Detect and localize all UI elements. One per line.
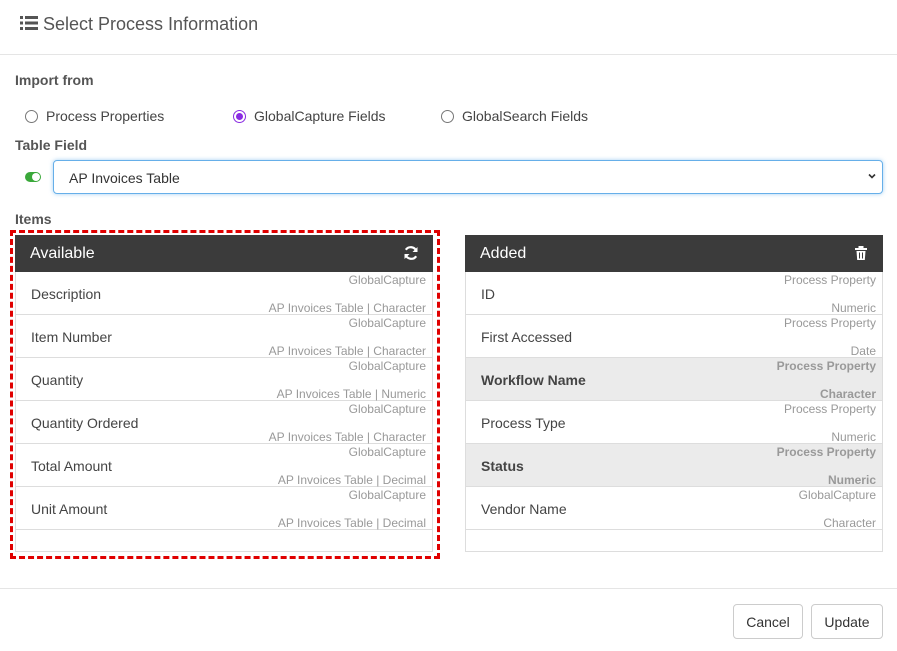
table-field-toggle[interactable]	[25, 172, 41, 182]
table-field-label: Table Field	[15, 137, 88, 153]
radio-circle[interactable]	[441, 109, 454, 123]
item-source: GlobalCapture	[348, 402, 426, 416]
item-detail: AP Invoices Table | Decimal	[277, 516, 426, 530]
item-source: Process Property	[783, 273, 876, 287]
item-detail: AP Invoices Table | Character	[268, 301, 426, 315]
item-source: GlobalCapture	[348, 316, 426, 330]
item-detail: AP Invoices Table | Character	[268, 344, 426, 358]
item-source: Process Property	[783, 402, 876, 416]
items-label: Items	[15, 211, 52, 227]
available-list: GlobalCapture Description AP Invoices Ta…	[15, 272, 433, 552]
item-detail: Character	[823, 516, 876, 530]
list-item[interactable]: GlobalCapture Unit Amount AP Invoices Ta…	[16, 487, 432, 530]
added-panel: Added Process Property ID Numeric Proces…	[465, 235, 883, 552]
item-source: GlobalCapture	[348, 359, 426, 373]
item-source: GlobalCapture	[348, 445, 426, 459]
refresh-icon[interactable]	[403, 245, 419, 261]
item-source: Process Property	[776, 359, 876, 373]
item-detail: Date	[850, 344, 876, 358]
radio-circle-selected[interactable]	[233, 109, 246, 123]
list-item[interactable]: GlobalCapture Quantity AP Invoices Table…	[16, 358, 432, 401]
item-detail: AP Invoices Table | Decimal	[277, 473, 426, 487]
available-title: Available	[30, 245, 95, 262]
item-name: Quantity Ordered	[31, 415, 139, 431]
list-item[interactable]: Process Property Status Numeric	[466, 444, 882, 487]
item-name: Process Type	[481, 415, 566, 431]
item-source: Process Property	[776, 445, 876, 459]
radio-process-properties[interactable]: Process Properties	[25, 108, 164, 124]
item-source: GlobalCapture	[798, 488, 876, 502]
added-panel-header: Added	[465, 235, 883, 272]
dialog-header: Select Process Information	[0, 0, 897, 55]
list-icon	[20, 16, 38, 30]
item-detail: Numeric	[827, 473, 876, 487]
item-name: ID	[481, 286, 495, 302]
list-item[interactable]: GlobalCapture Total Amount AP Invoices T…	[16, 444, 432, 487]
available-panel-header: Available	[15, 235, 433, 272]
radio-circle[interactable]	[25, 109, 38, 123]
item-detail: Numeric	[831, 430, 876, 444]
table-field-value: AP Invoices Table	[69, 170, 180, 186]
item-name: Item Number	[31, 329, 112, 345]
item-name: Workflow Name	[481, 372, 586, 388]
update-button[interactable]: Update	[811, 604, 883, 639]
item-source: GlobalCapture	[348, 488, 426, 502]
item-name: Total Amount	[31, 458, 112, 474]
list-item[interactable]: GlobalCapture Vendor Name Character	[466, 487, 882, 530]
list-item[interactable]: GlobalCapture Item Number AP Invoices Ta…	[16, 315, 432, 358]
item-name: Unit Amount	[31, 501, 108, 517]
list-item[interactable]: Process Property ID Numeric	[466, 272, 882, 315]
dialog-title: Select Process Information	[43, 14, 259, 34]
table-field-select[interactable]: AP Invoices Table	[53, 160, 883, 194]
radio-label: GlobalCapture Fields	[254, 108, 386, 124]
item-name: Quantity	[31, 372, 84, 388]
import-from-label: Import from	[15, 72, 94, 88]
list-item[interactable]: GlobalCapture Quantity Ordered AP Invoic…	[16, 401, 432, 444]
item-source: GlobalCapture	[348, 273, 426, 287]
list-item[interactable]: Process Property Workflow Name Character	[466, 358, 882, 401]
cancel-button[interactable]: Cancel	[733, 604, 803, 639]
chevron-down-icon	[868, 173, 876, 179]
item-name: Description	[31, 286, 102, 302]
list-item[interactable]: Process Property First Accessed Date	[466, 315, 882, 358]
item-name: Vendor Name	[481, 501, 567, 517]
radio-label: GlobalSearch Fields	[462, 108, 589, 124]
item-source: Process Property	[783, 316, 876, 330]
dialog-footer	[0, 588, 897, 589]
item-detail: AP Invoices Table | Character	[268, 430, 426, 444]
added-list: Process Property ID Numeric Process Prop…	[465, 272, 883, 552]
item-name: First Accessed	[481, 329, 573, 345]
item-detail: Character	[819, 387, 876, 401]
radio-label: Process Properties	[46, 108, 165, 124]
list-item[interactable]: Process Property Process Type Numeric	[466, 401, 882, 444]
radio-globalcapture-fields[interactable]: GlobalCapture Fields	[233, 108, 386, 124]
trash-icon[interactable]	[853, 245, 869, 261]
item-detail: Numeric	[831, 301, 876, 315]
item-name: Status	[481, 458, 524, 474]
added-title: Added	[480, 245, 527, 262]
item-detail: AP Invoices Table | Numeric	[276, 387, 426, 401]
list-item[interactable]: GlobalCapture Description AP Invoices Ta…	[16, 272, 432, 315]
radio-globalsearch-fields[interactable]: GlobalSearch Fields	[441, 108, 588, 124]
available-panel: Available GlobalCapture Description AP I…	[15, 235, 433, 552]
